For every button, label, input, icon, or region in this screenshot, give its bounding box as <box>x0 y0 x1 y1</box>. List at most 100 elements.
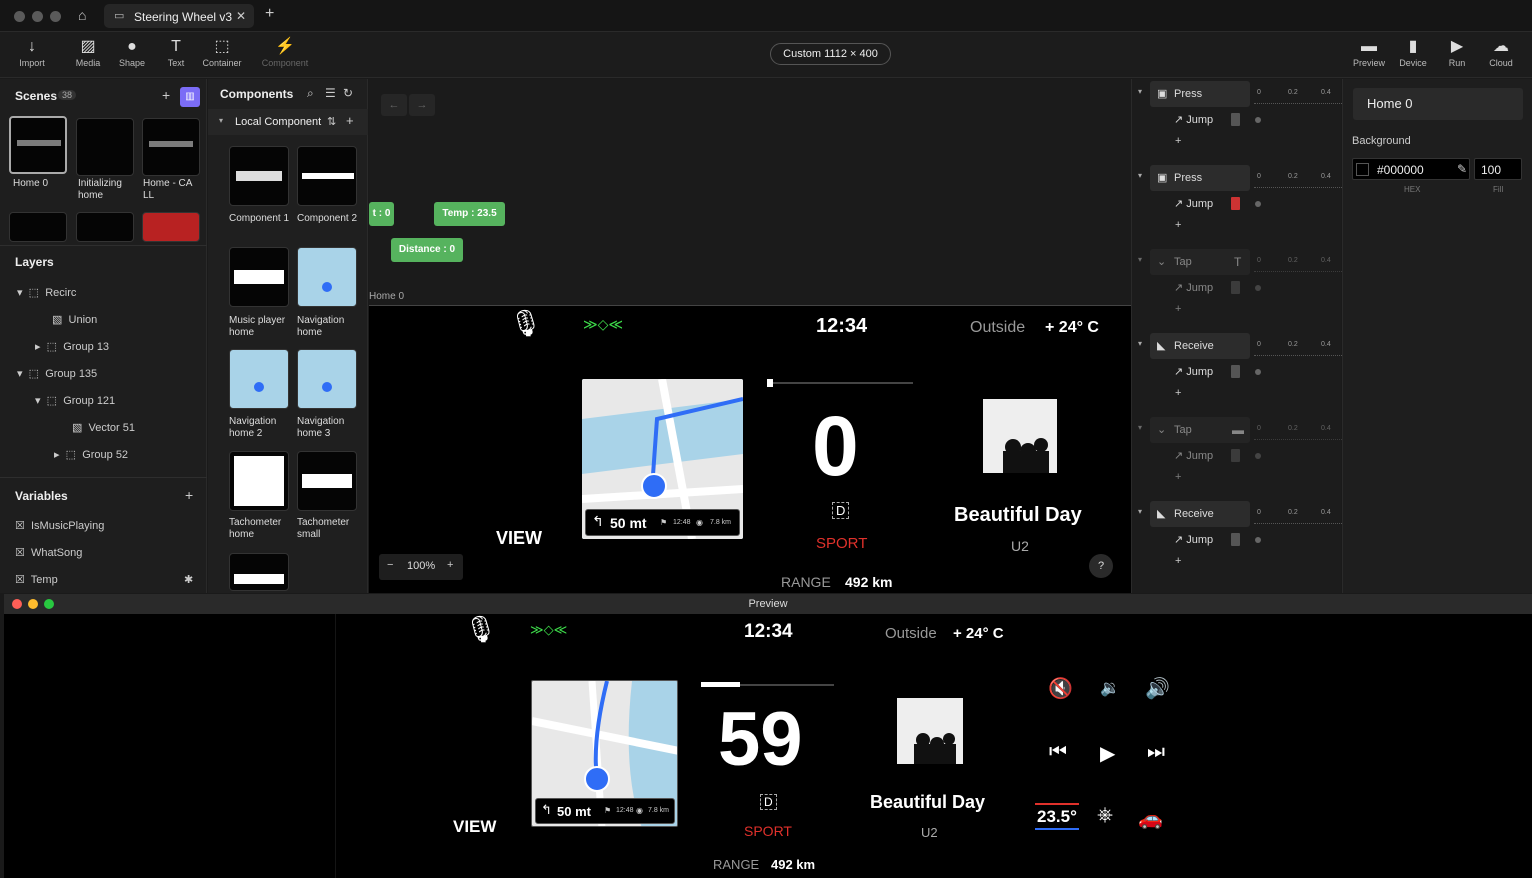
document-tab[interactable]: ▭ Steering Wheel v3 ✕ <box>104 4 254 28</box>
forward-arrow-icon[interactable]: → <box>409 94 435 116</box>
layer-item[interactable]: ▾ ⬚ Group 135 <box>17 367 97 380</box>
variable-chip[interactable]: Temp : 23.5 <box>434 202 505 226</box>
action-jump[interactable]: ↗ Jump <box>1174 113 1213 126</box>
add-action-icon[interactable]: + <box>1175 555 1181 567</box>
add-action-icon[interactable]: + <box>1175 135 1181 147</box>
scene-thumbnail[interactable] <box>76 118 134 176</box>
add-action-icon[interactable]: + <box>1175 471 1181 483</box>
color-swatch[interactable] <box>1231 365 1240 378</box>
component-thumbnail[interactable] <box>229 146 289 206</box>
layer-item[interactable]: ▧ Vector 51 <box>72 421 135 434</box>
component-thumbnail[interactable] <box>229 451 289 511</box>
canvas-size-selector[interactable]: Custom 1112 × 400 <box>770 43 891 65</box>
component-thumbnail[interactable] <box>229 247 289 307</box>
help-button[interactable]: ? <box>1089 554 1113 578</box>
car-icon[interactable]: 🚗 <box>1138 806 1163 831</box>
keyframe-dot[interactable] <box>1255 537 1261 543</box>
action-jump[interactable]: ↗ Jump <box>1174 281 1213 294</box>
zoom-in-icon[interactable]: + <box>447 559 453 571</box>
eyedropper-icon[interactable]: ✎ <box>1457 162 1467 176</box>
navigation-map[interactable]: ↰ 50 mt ⚑ 12:48 ◉ 7.8 km <box>582 379 743 539</box>
color-swatch[interactable] <box>1231 281 1240 294</box>
variable-chip[interactable]: Distance : 0 <box>391 238 463 262</box>
device-button[interactable]: ▮ Device <box>1388 36 1438 68</box>
steering-heat-icon[interactable]: ⎈ <box>1097 804 1113 827</box>
close-preview-button[interactable] <box>12 599 22 609</box>
action-jump[interactable]: ↗ Jump <box>1174 365 1213 378</box>
media-button[interactable]: ▨ Media <box>63 36 113 68</box>
component-thumbnail[interactable] <box>297 247 357 307</box>
component-thumbnail[interactable] <box>297 349 357 409</box>
trigger-receive[interactable]: ◣ Receive <box>1150 333 1250 359</box>
volume-up-icon[interactable]: 🔊 <box>1145 676 1170 701</box>
scene-thumbnail[interactable] <box>142 212 200 242</box>
scene-name-field[interactable]: Home 0 <box>1353 88 1523 120</box>
back-arrow-icon[interactable]: ← <box>381 94 407 116</box>
keyframe-dot[interactable] <box>1255 285 1261 291</box>
trigger-press[interactable]: ▣ Press <box>1150 81 1250 107</box>
background-hex-input[interactable]: #000000 ✎ <box>1352 158 1470 180</box>
trigger-receive[interactable]: ◣ Receive <box>1150 501 1250 527</box>
color-swatch[interactable] <box>1231 197 1240 210</box>
add-action-icon[interactable]: + <box>1175 387 1181 399</box>
add-component-icon[interactable]: + <box>346 113 354 128</box>
refresh-icon[interactable]: ↻ <box>343 86 353 100</box>
component-thumbnail[interactable] <box>297 451 357 511</box>
next-track-icon[interactable]: ⏭ <box>1147 741 1165 764</box>
trigger-tap[interactable]: ⌄ Tap T <box>1150 249 1250 275</box>
caret-down-icon[interactable]: ▾ <box>1138 423 1142 432</box>
new-tab-icon[interactable]: + <box>265 5 274 23</box>
component-thumbnail[interactable] <box>229 553 289 591</box>
add-action-icon[interactable]: + <box>1175 219 1181 231</box>
container-button[interactable]: ⬚ Container <box>197 36 247 68</box>
trigger-press[interactable]: ▣ Press <box>1150 165 1250 191</box>
color-preview-swatch[interactable] <box>1356 163 1369 176</box>
component-thumbnail[interactable] <box>229 349 289 409</box>
close-tab-icon[interactable]: ✕ <box>236 9 246 23</box>
zoom-out-icon[interactable]: − <box>387 559 393 571</box>
home-icon[interactable]: ⌂ <box>78 7 86 23</box>
variable-item[interactable]: ☒ WhatSong <box>15 546 82 559</box>
scene-thumbnail[interactable] <box>142 118 200 176</box>
caret-down-icon[interactable]: ▾ <box>1138 171 1142 180</box>
import-button[interactable]: ↓ Import <box>7 36 57 68</box>
close-window-button[interactable] <box>14 11 25 22</box>
variable-item[interactable]: ☒ IsMusicPlaying <box>15 519 104 532</box>
color-swatch[interactable] <box>1231 449 1240 462</box>
layer-item[interactable]: ▾ ⬚ Recirc <box>17 286 76 299</box>
microphone-icon[interactable]: 🎙 <box>464 614 497 645</box>
cloud-button[interactable]: ☁ Cloud <box>1476 36 1526 68</box>
variable-chip[interactable]: t : 0 <box>369 202 394 226</box>
component-button[interactable]: ⚡ Component <box>260 36 310 68</box>
dashboard-frame[interactable]: 🎙 ≫◇≪ 12:34 Outside + 24° C ↰ 50 mt ⚑ 12… <box>369 305 1131 593</box>
color-swatch[interactable] <box>1231 113 1240 126</box>
play-icon[interactable]: ▶ <box>1100 741 1115 766</box>
trigger-tap[interactable]: ⌄ Tap ▬ <box>1150 417 1250 443</box>
previous-track-icon[interactable]: ⏮ <box>1049 741 1067 764</box>
scene-thumbnail[interactable] <box>76 212 134 242</box>
layer-item[interactable]: ▸ ⬚ Group 13 <box>35 340 109 353</box>
add-action-icon[interactable]: + <box>1175 303 1181 315</box>
action-jump[interactable]: ↗ Jump <box>1174 533 1213 546</box>
fill-opacity-input[interactable]: 100 <box>1474 158 1522 180</box>
scene-thumbnail[interactable] <box>9 212 67 242</box>
run-button[interactable]: ▶ Run <box>1432 36 1482 68</box>
preview-button[interactable]: ▬ Preview <box>1344 36 1394 68</box>
minimize-preview-button[interactable] <box>28 599 38 609</box>
maximize-window-button[interactable] <box>50 11 61 22</box>
sort-icon[interactable]: ⇅ <box>327 115 336 128</box>
add-scene-icon[interactable]: + <box>162 87 170 103</box>
navigation-map[interactable]: ↰ 50 mt ⚑ 12:48 ◉ 7.8 km <box>531 680 678 827</box>
minimize-window-button[interactable] <box>32 11 43 22</box>
volume-down-icon[interactable]: 🔉 <box>1100 678 1120 698</box>
variable-item[interactable]: ☒ Temp <box>15 573 58 586</box>
scene-view-toggle-icon[interactable]: ▥ <box>180 87 200 107</box>
action-jump[interactable]: ↗ Jump <box>1174 197 1213 210</box>
action-jump[interactable]: ↗ Jump <box>1174 449 1213 462</box>
maximize-preview-button[interactable] <box>44 599 54 609</box>
text-button[interactable]: T Text <box>151 36 201 68</box>
caret-down-icon[interactable]: ▾ <box>1138 255 1142 264</box>
keyframe-dot[interactable] <box>1255 369 1261 375</box>
component-thumbnail[interactable] <box>297 146 357 206</box>
color-swatch[interactable] <box>1231 533 1240 546</box>
